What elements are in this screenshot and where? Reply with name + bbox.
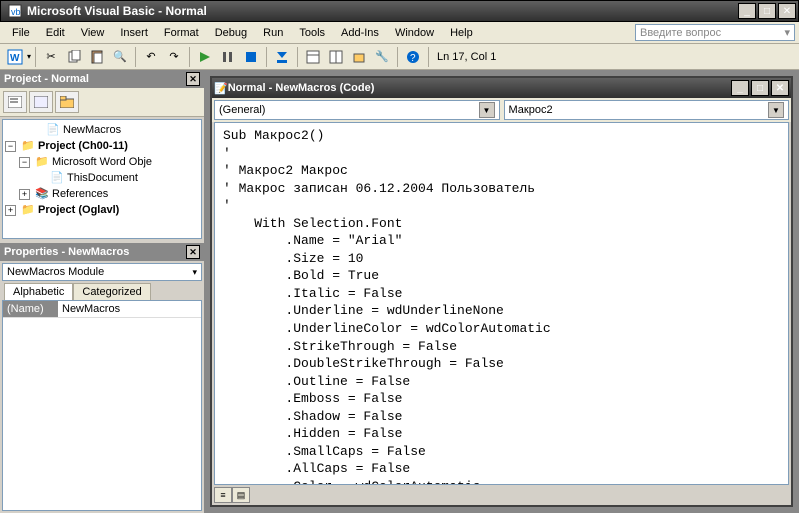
reset-icon[interactable]: [240, 46, 262, 68]
expand-icon[interactable]: +: [19, 189, 30, 200]
project-icon: 📁: [21, 139, 35, 153]
word-icon[interactable]: W: [4, 46, 26, 68]
folder-icon: 📁: [35, 155, 49, 169]
view-code-icon[interactable]: [3, 91, 27, 113]
project-toolbar: [0, 88, 204, 117]
object-dropdown[interactable]: (General)▼: [214, 100, 500, 120]
tab-alphabetic[interactable]: Alphabetic: [4, 283, 73, 300]
object-browser-icon[interactable]: [348, 46, 370, 68]
procedure-view-icon[interactable]: ≡: [214, 487, 232, 503]
code-close-button[interactable]: ✕: [771, 80, 789, 96]
toolbox-icon[interactable]: 🔧: [371, 46, 393, 68]
collapse-icon[interactable]: −: [5, 141, 16, 152]
properties-panel-title: Properties - NewMacros ✕: [0, 243, 204, 261]
tree-node-refs[interactable]: +📚References: [5, 186, 199, 202]
tree-node-wordobj[interactable]: −📁Microsoft Word Obje: [5, 154, 199, 170]
tree-node-project2[interactable]: +📁Project (Oglavl): [5, 202, 199, 218]
svg-text:vb: vb: [11, 7, 21, 17]
menubar: File Edit View Insert Format Debug Run T…: [0, 22, 799, 44]
cut-icon[interactable]: ✂: [40, 46, 62, 68]
app-icon: vb: [7, 3, 23, 19]
property-row[interactable]: (Name) NewMacros: [3, 301, 201, 318]
references-icon: 📚: [35, 187, 49, 201]
run-icon[interactable]: [194, 46, 216, 68]
toggle-folders-icon[interactable]: [55, 91, 79, 113]
paste-icon[interactable]: [86, 46, 108, 68]
toolbar: W ▾ ✂ 🔍 ↶ ↷ 🔧 ? Ln 17, Col 1: [0, 44, 799, 70]
collapse-icon[interactable]: −: [19, 157, 30, 168]
menu-run[interactable]: Run: [255, 25, 291, 41]
properties-icon[interactable]: [325, 46, 347, 68]
project-panel-close-icon[interactable]: ✕: [186, 72, 200, 86]
app-titlebar: vb Microsoft Visual Basic - Normal _ □ ✕: [0, 0, 799, 22]
cursor-position: Ln 17, Col 1: [437, 51, 496, 63]
project-icon: 📁: [21, 203, 35, 217]
copy-icon[interactable]: [63, 46, 85, 68]
menu-tools[interactable]: Tools: [291, 25, 333, 41]
code-window: 📝 Normal - NewMacros (Code) _ □ ✕ (Gener…: [210, 76, 793, 507]
menu-insert[interactable]: Insert: [112, 25, 156, 41]
code-maximize-button[interactable]: □: [751, 80, 769, 96]
project-tree[interactable]: 📄NewMacros −📁Project (Ch00-11) −📁Microso…: [2, 119, 202, 239]
svg-text:?: ?: [410, 53, 416, 64]
app-title: Microsoft Visual Basic - Normal: [27, 4, 738, 18]
tab-categorized[interactable]: Categorized: [73, 283, 150, 300]
help-search-input[interactable]: Введите вопрос▾: [635, 24, 795, 41]
menu-view[interactable]: View: [73, 25, 113, 41]
find-icon[interactable]: 🔍: [109, 46, 131, 68]
tree-node-thisdoc[interactable]: 📄ThisDocument: [5, 170, 199, 186]
redo-icon[interactable]: ↷: [163, 46, 185, 68]
help-icon[interactable]: ?: [402, 46, 424, 68]
tree-node-newmacros[interactable]: 📄NewMacros: [5, 122, 199, 138]
svg-text:W: W: [10, 53, 20, 64]
menu-help[interactable]: Help: [442, 25, 481, 41]
break-icon[interactable]: [217, 46, 239, 68]
properties-panel-close-icon[interactable]: ✕: [186, 245, 200, 259]
properties-object-select[interactable]: NewMacros Module▾: [2, 263, 202, 281]
menu-debug[interactable]: Debug: [207, 25, 255, 41]
close-button[interactable]: ✕: [778, 3, 796, 19]
properties-grid[interactable]: (Name) NewMacros: [2, 300, 202, 511]
menu-format[interactable]: Format: [156, 25, 207, 41]
code-window-titlebar: 📝 Normal - NewMacros (Code) _ □ ✕: [212, 78, 791, 98]
chevron-down-icon: ▼: [768, 102, 784, 118]
minimize-button[interactable]: _: [738, 3, 756, 19]
menu-edit[interactable]: Edit: [38, 25, 73, 41]
maximize-button[interactable]: □: [758, 3, 776, 19]
undo-icon[interactable]: ↶: [140, 46, 162, 68]
property-value[interactable]: NewMacros: [58, 301, 124, 317]
full-module-view-icon[interactable]: ▤: [232, 487, 250, 503]
code-icon: 📝: [214, 82, 228, 95]
view-object-icon[interactable]: [29, 91, 53, 113]
document-icon: 📄: [50, 171, 64, 185]
code-editor[interactable]: Sub Макрос2() ' ' Макрос2 Макрос ' Макро…: [214, 122, 789, 485]
menu-file[interactable]: File: [4, 25, 38, 41]
project-explorer-icon[interactable]: [302, 46, 324, 68]
design-mode-icon[interactable]: [271, 46, 293, 68]
project-panel-title: Project - Normal ✕: [0, 70, 204, 88]
tree-node-project1[interactable]: −📁Project (Ch00-11): [5, 138, 199, 154]
chevron-down-icon: ▼: [479, 102, 495, 118]
expand-icon[interactable]: +: [5, 205, 16, 216]
code-minimize-button[interactable]: _: [731, 80, 749, 96]
menu-window[interactable]: Window: [387, 25, 442, 41]
module-icon: 📄: [46, 123, 60, 137]
procedure-dropdown[interactable]: Макрос2▼: [504, 100, 790, 120]
menu-addins[interactable]: Add-Ins: [333, 25, 387, 41]
property-name: (Name): [3, 301, 58, 317]
